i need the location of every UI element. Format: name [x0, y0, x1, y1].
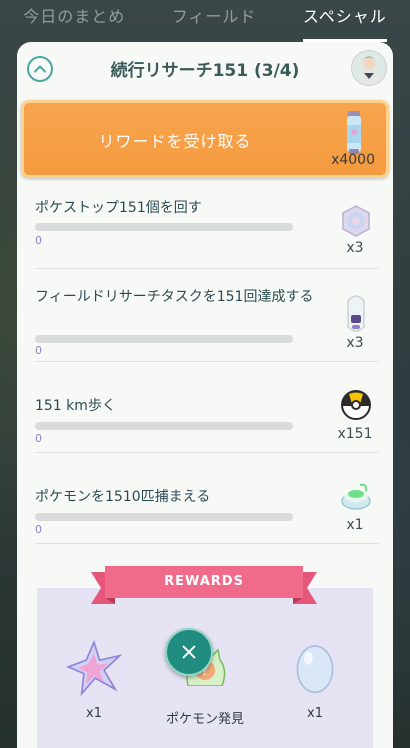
chevron-up-icon [34, 65, 46, 73]
task-text: ポケストップ151個を回す [35, 200, 202, 216]
task-reward-count: x1 [346, 517, 364, 533]
claim-reward-label: リワードを受け取る [98, 132, 252, 151]
hexagon-item-icon [342, 205, 370, 237]
reward-item: x1 [285, 638, 345, 721]
task-reward-count: x3 [346, 240, 364, 256]
close-icon [182, 645, 196, 659]
task-row: ポケモンを1510匹捕まえる 0 x1 [35, 453, 379, 544]
task-progress-bar [35, 223, 293, 231]
task-progress-value: 0 [35, 432, 42, 445]
reward-item-label: x1 [86, 706, 102, 721]
claim-reward-button[interactable]: リワードを受け取る x4000 [21, 100, 389, 178]
lure-module-icon [341, 483, 371, 510]
task-progress-value: 0 [35, 523, 42, 536]
tab-bar: 今日のまとめ フィールド スペシャル [0, 0, 410, 42]
reward-item: x1 [59, 639, 129, 721]
close-button[interactable] [165, 628, 213, 676]
task-progress-value: 0 [35, 344, 42, 357]
ultra-ball-icon [341, 390, 371, 420]
tab-today[interactable]: 今日のまとめ [23, 0, 125, 42]
collapse-button[interactable] [27, 56, 53, 82]
task-row: 151 km歩く 0 x151 [35, 362, 379, 453]
task-progress-bar [35, 422, 293, 430]
task-reward-count: x3 [346, 335, 364, 351]
task-progress-value: 0 [35, 234, 42, 247]
star-piece-icon [65, 639, 123, 697]
rewards-header: REWARDS [164, 574, 244, 589]
task-row: ポケストップ151個を回す 0 x3 [35, 178, 379, 269]
task-row: フィールドリサーチタスクを151回達成する 0 x3 [35, 269, 379, 362]
reward-count: x4000 [331, 152, 375, 168]
task-progress-bar [35, 513, 293, 521]
task-progress-bar [35, 335, 293, 343]
egg-icon [296, 645, 334, 694]
capsule-item-icon [347, 295, 365, 332]
tab-field[interactable]: フィールド [172, 0, 257, 42]
task-reward-count: x151 [337, 426, 373, 442]
task-text: 151 km歩く [35, 398, 116, 414]
task-text: ポケモンを1510匹捕まえる [35, 489, 211, 505]
avatar[interactable] [351, 50, 387, 86]
reward-item-label: ポケモン発見 [165, 712, 244, 727]
incense-icon [347, 111, 361, 154]
reward-item-label: x1 [307, 706, 323, 721]
research-title: 続行リサーチ151 (3/4) [110, 60, 300, 81]
research-header: 続行リサーチ151 (3/4) [17, 42, 393, 94]
task-text: フィールドリサーチタスクを151回達成する [35, 289, 314, 305]
tab-special[interactable]: スペシャル [302, 0, 387, 42]
